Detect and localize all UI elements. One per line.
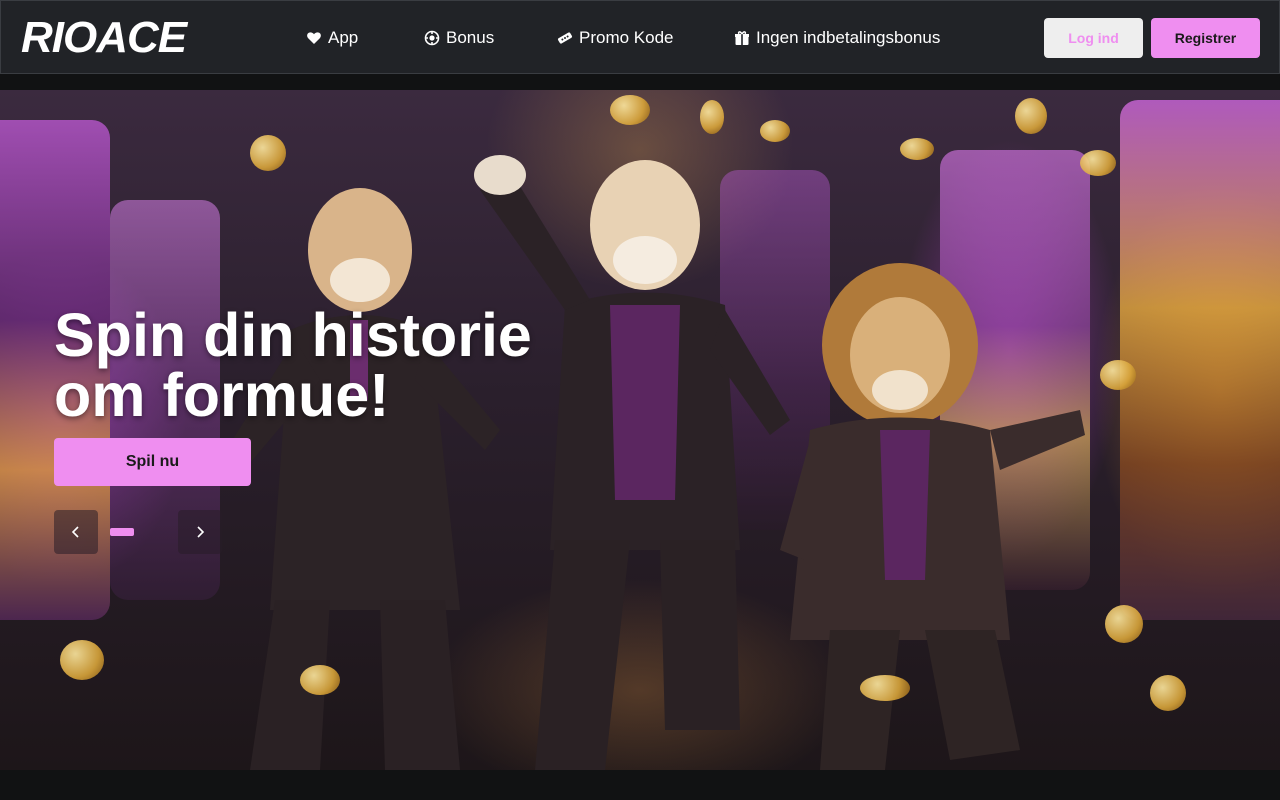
carousel-next-button[interactable]	[178, 510, 222, 554]
logo-text: RIOACE	[21, 13, 187, 62]
nav-item-no-deposit-bonus[interactable]: Ingen indbetalingsbonus	[734, 25, 940, 51]
chip-icon	[424, 30, 440, 46]
nav-item-label: Promo Kode	[579, 28, 674, 47]
nav-item-app[interactable]: App	[306, 25, 358, 51]
chevron-left-icon	[71, 526, 79, 538]
heart-icon	[306, 30, 322, 46]
coin-decoration	[860, 675, 910, 701]
nav-item-label: Bonus	[446, 28, 495, 47]
play-now-button[interactable]: Spil nu	[54, 438, 251, 486]
coin-decoration	[1080, 150, 1116, 176]
coin-decoration	[1100, 360, 1136, 390]
coin-decoration	[1015, 98, 1047, 134]
coin-decoration	[300, 665, 340, 695]
coin-decoration	[1150, 675, 1186, 711]
slot-machine-right	[1120, 100, 1280, 620]
nav-item-label: Ingen indbetalingsbonus	[756, 28, 941, 47]
gift-icon	[734, 30, 750, 46]
page-bottom-strip	[0, 770, 1280, 800]
chevron-right-icon	[197, 526, 205, 538]
login-button[interactable]: Log ind	[1044, 18, 1143, 58]
hero-title: Spin din historie om formue!	[54, 301, 532, 429]
nav-item-promo-kode[interactable]: Promo Kode	[557, 25, 674, 51]
coin-decoration	[1105, 605, 1143, 643]
site-logo[interactable]: RIOACE	[21, 12, 193, 64]
coin-decoration	[700, 100, 724, 134]
coin-decoration	[610, 95, 650, 125]
carousel-dot-active[interactable]	[110, 528, 134, 536]
site-header: RIOACE App Bonus Promo Kode Ingen indbet…	[0, 0, 1280, 74]
nav-item-bonus[interactable]: Bonus	[424, 25, 494, 51]
register-button[interactable]: Registrer	[1151, 18, 1260, 58]
coin-decoration	[900, 138, 934, 160]
carousel-prev-button[interactable]	[54, 510, 98, 554]
coin-decoration	[760, 120, 790, 142]
nav-item-label: App	[328, 28, 359, 47]
hero-banner: Spin din historie om formue! Spil nu	[0, 90, 1280, 770]
coupon-icon	[557, 30, 573, 46]
coin-decoration	[250, 135, 286, 171]
coin-decoration	[60, 640, 104, 680]
